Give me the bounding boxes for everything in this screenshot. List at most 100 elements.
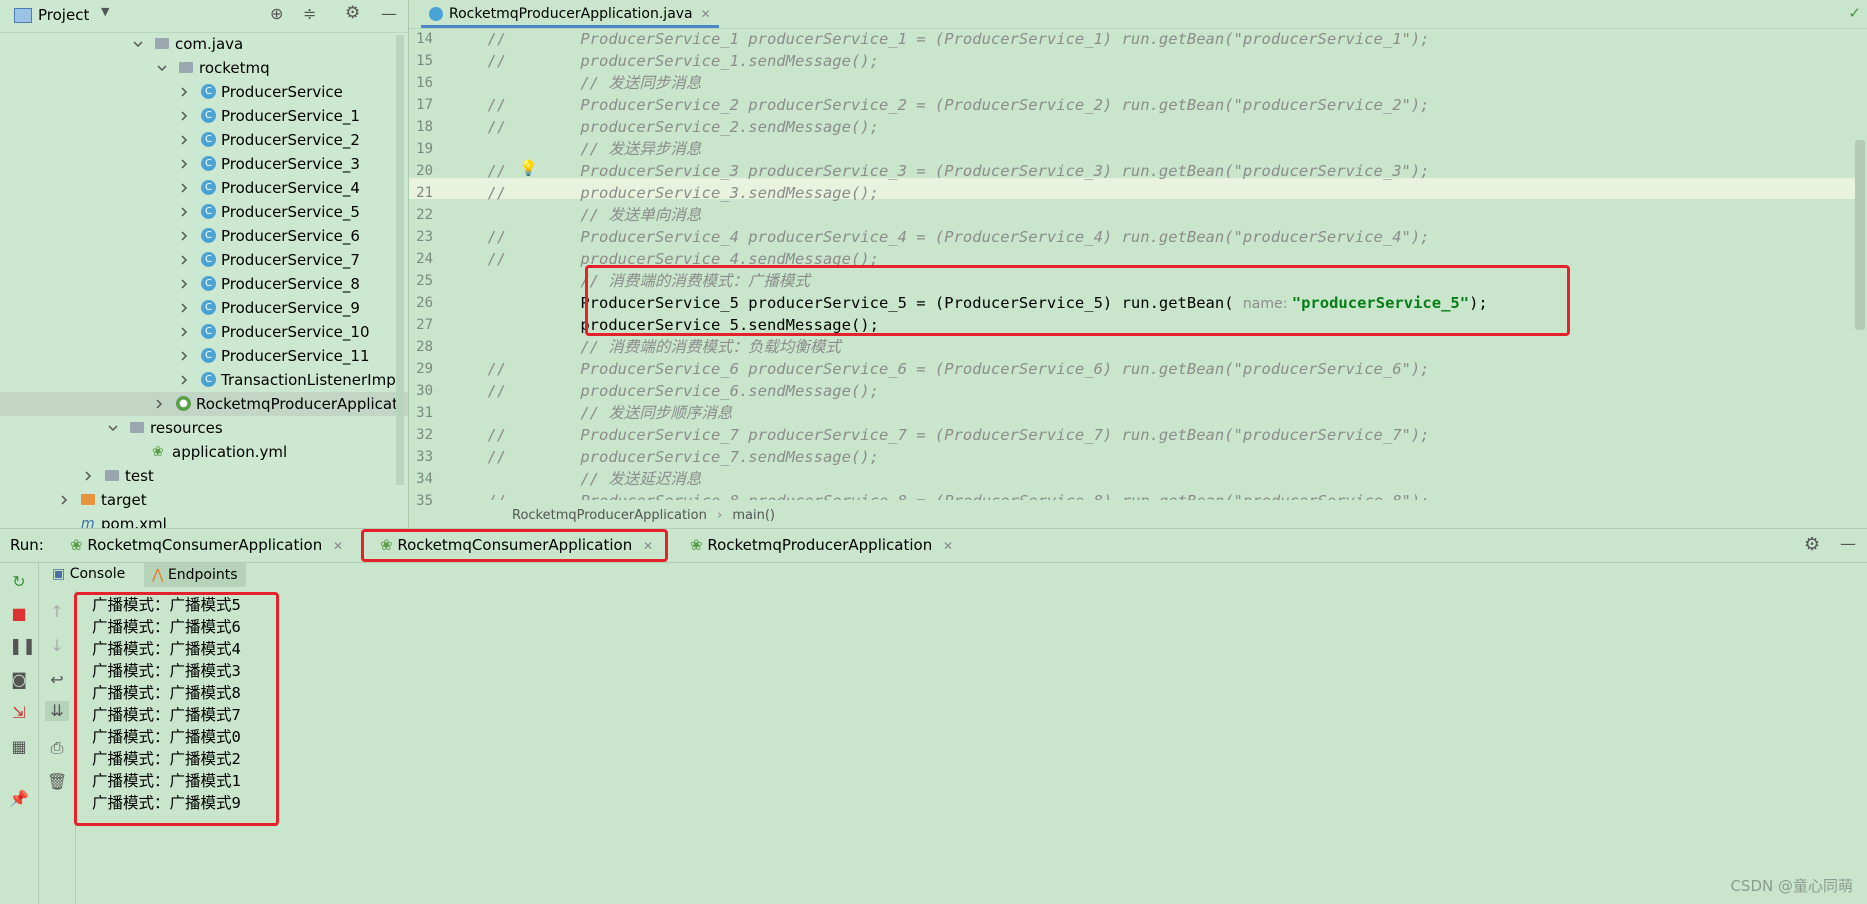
tree-item[interactable]: C ProducerService_6 (0, 224, 408, 248)
run-tab-producer[interactable]: ❀ RocketmqProducerApplication ✕ (690, 529, 953, 562)
tree-item[interactable]: target (0, 488, 408, 512)
tree-item[interactable]: C ProducerService_11 (0, 344, 408, 368)
editor-tab[interactable]: RocketmqProducerApplication.java ✕ (421, 0, 719, 28)
close-icon[interactable]: ✕ (701, 7, 711, 21)
tree-item[interactable]: com.java (0, 32, 408, 56)
line-number: 29 (416, 361, 433, 377)
minimize-icon[interactable]: — (1840, 534, 1856, 553)
editor-tab-label: RocketmqProducerApplication.java (449, 6, 693, 22)
lightbulb-icon[interactable]: 💡 (519, 159, 538, 177)
tree-item[interactable]: C ProducerService_7 (0, 248, 408, 272)
tree-item[interactable]: C ProducerService_3 (0, 152, 408, 176)
chevron-right-icon[interactable] (179, 351, 189, 361)
pause-icon[interactable]: ❚❚ (9, 636, 36, 656)
project-scrollbar[interactable] (396, 35, 404, 485)
chevron-right-icon[interactable] (179, 87, 189, 97)
chevron-down-icon[interactable]: ▼ (101, 5, 109, 18)
tree-item[interactable]: resources (0, 416, 408, 440)
tree-item[interactable]: test (0, 464, 408, 488)
tree-item[interactable]: rocketmq (0, 56, 408, 80)
collapse-all-icon[interactable]: ≑ (303, 4, 316, 23)
stop-icon[interactable]: ■ (9, 604, 29, 624)
tree-item[interactable]: C ProducerService_10 (0, 320, 408, 344)
exit-icon[interactable]: ⇲ (9, 703, 29, 723)
chevron-right-icon[interactable] (154, 399, 164, 409)
code-line: // ProducerService_7 producerService_7 =… (487, 426, 1430, 444)
tree-item-label: ProducerService_5 (221, 203, 360, 221)
folder-icon (130, 420, 146, 436)
tree-item[interactable]: C ProducerService (0, 80, 408, 104)
chevron-right-icon[interactable] (179, 135, 189, 145)
tree-item[interactable]: ❀ application.yml (0, 440, 408, 464)
chevron-right-icon[interactable] (179, 303, 189, 313)
class-icon: C (201, 324, 217, 340)
tree-item[interactable]: C ProducerService_5 (0, 200, 408, 224)
minimize-icon[interactable]: — (381, 4, 397, 23)
tree-item[interactable]: C ProducerService_9 (0, 296, 408, 320)
project-view-icon (14, 8, 32, 23)
tab-console[interactable]: ▣ Console (46, 563, 131, 585)
console-output[interactable]: 广播模式：广播模式5 广播模式：广播模式6 广播模式：广播模式4 广播模式：广播模式3… (78, 594, 1858, 894)
line-number: 33 (416, 449, 433, 465)
chevron-right-icon[interactable] (179, 159, 189, 169)
up-arrow-icon[interactable]: ↑ (47, 602, 67, 622)
chevron-down-icon[interactable] (133, 39, 143, 49)
chevron-right-icon[interactable] (179, 183, 189, 193)
project-tree: com.java rocketmq C ProducerService C Produce… (0, 32, 408, 528)
trash-icon[interactable]: 🗑 (47, 772, 67, 792)
chevron-right-icon[interactable] (179, 207, 189, 217)
maven-file-icon: m (81, 516, 95, 528)
chevron-right-icon[interactable] (179, 327, 189, 337)
tree-item[interactable]: C ProducerService_2 (0, 128, 408, 152)
code-line: // ProducerService_4 producerService_4 =… (487, 228, 1430, 246)
editor-scrollbar[interactable] (1855, 140, 1865, 330)
chevron-right-icon[interactable] (59, 495, 69, 505)
code-line: // 发送同步顺序消息 (505, 404, 733, 422)
folder-icon (179, 60, 195, 76)
chevron-right-icon[interactable] (83, 471, 93, 481)
close-icon[interactable]: ✕ (943, 539, 953, 553)
code-area[interactable]: // ProducerService_1 producerService_1 =… (487, 28, 1857, 500)
chevron-down-icon[interactable] (108, 423, 118, 433)
chevron-right-icon[interactable] (179, 111, 189, 121)
down-arrow-icon[interactable]: ↓ (47, 636, 67, 656)
locate-icon[interactable]: ⊕ (270, 4, 283, 23)
tree-item[interactable]: C ProducerService_1 (0, 104, 408, 128)
breadcrumb-class[interactable]: RocketmqProducerApplication (512, 508, 707, 523)
run-tab-consumer-1[interactable]: ❀ RocketmqConsumerApplication ✕ (70, 529, 343, 562)
chevron-right-icon[interactable] (179, 375, 189, 385)
tree-item-label: ProducerService_3 (221, 155, 360, 173)
tree-item[interactable]: C ProducerService_4 (0, 176, 408, 200)
check-icon: ✓ (1848, 4, 1861, 22)
tab-endpoints[interactable]: ⋀ Endpoints (144, 563, 246, 587)
scroll-to-end-icon[interactable]: ⇊ (45, 701, 69, 721)
class-icon: C (201, 108, 217, 124)
chevron-down-icon[interactable] (157, 63, 167, 73)
rerun-icon[interactable]: ↻ (9, 572, 29, 592)
code-line: // ProducerService_1 producerService_1 =… (487, 30, 1430, 48)
tree-item[interactable]: ● RocketmqProducerApplicati (0, 392, 408, 416)
tree-item-label: resources (150, 419, 223, 437)
project-title[interactable]: Project (38, 6, 89, 24)
tree-item-label: ProducerService_4 (221, 179, 360, 197)
gear-icon[interactable]: ⚙ (345, 3, 360, 23)
chevron-right-icon[interactable] (179, 279, 189, 289)
soft-wrap-icon[interactable]: ↩ (47, 670, 67, 690)
pin-icon[interactable]: 📌 (9, 789, 29, 809)
close-icon[interactable]: ✕ (333, 539, 343, 553)
breadcrumb-method[interactable]: main() (732, 508, 775, 523)
layout-icon[interactable]: ▦ (9, 737, 29, 757)
print-icon[interactable]: ⎙ (47, 738, 67, 758)
tree-item[interactable]: m pom.xml (0, 512, 408, 528)
class-icon: C (201, 84, 217, 100)
endpoints-icon: ⋀ (152, 567, 164, 583)
tree-item[interactable]: C ProducerService_8 (0, 272, 408, 296)
line-number: 30 (416, 383, 433, 399)
line-number: 32 (416, 427, 433, 443)
chevron-right-icon[interactable] (179, 231, 189, 241)
camera-icon[interactable]: ◙ (9, 670, 29, 690)
code-line: // producerService_3.sendMessage(); (487, 184, 879, 202)
tree-item[interactable]: C TransactionListenerImpl (0, 368, 408, 392)
gear-icon[interactable]: ⚙ (1804, 534, 1820, 555)
chevron-right-icon[interactable] (179, 255, 189, 265)
